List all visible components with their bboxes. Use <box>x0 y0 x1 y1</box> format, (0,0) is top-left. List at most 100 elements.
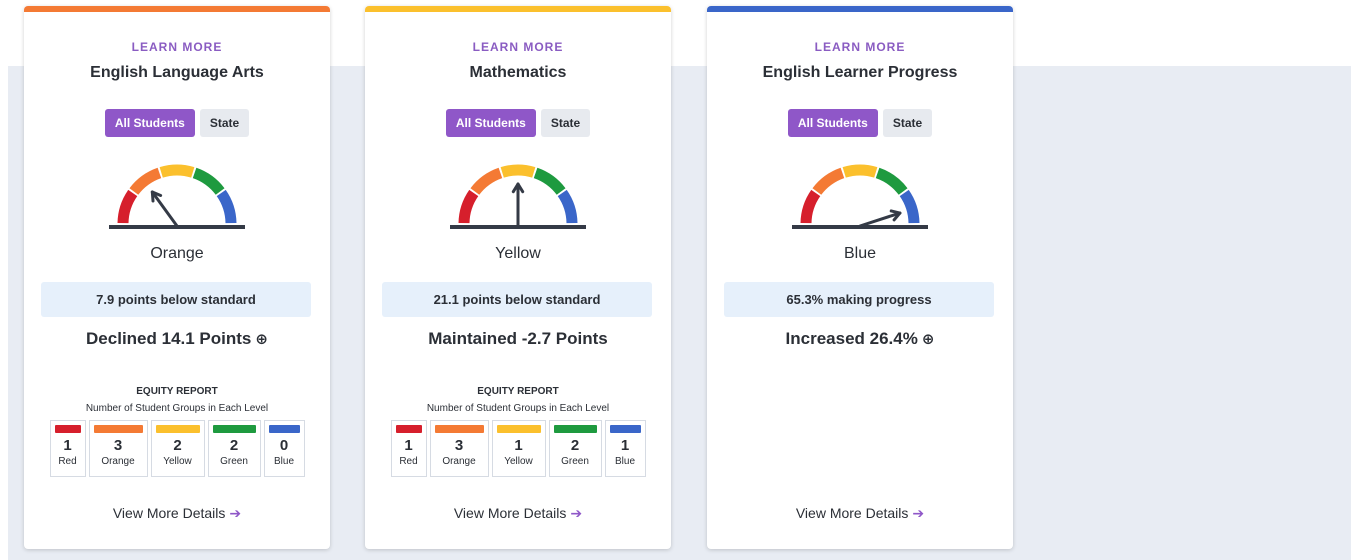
level-count: 1 <box>514 437 523 454</box>
details-link-text: View More Details <box>112 505 226 521</box>
equity-level-green: 2 Green <box>548 420 602 477</box>
equity-level-orange: 3 Orange <box>88 420 148 477</box>
level-count: 1 <box>404 437 413 454</box>
level-name: Orange <box>442 456 476 467</box>
gauge-segment-red <box>458 189 479 224</box>
equity-report-title: EQUITY REPORT <box>136 386 218 397</box>
level-color-bar <box>54 425 81 433</box>
change-text: Maintained -2.7 Points <box>428 329 608 348</box>
gauge-segment-green <box>192 167 225 196</box>
performance-gauge <box>450 164 586 229</box>
gauge-needle <box>150 190 179 228</box>
level-color-bar <box>93 425 143 433</box>
gauge-segment-orange <box>129 167 162 196</box>
indicator-card-ela: LEARN MORE English Language Arts All Stu… <box>24 6 330 549</box>
equity-level-orange: 3 Orange <box>429 420 489 477</box>
level-name: Green <box>220 456 248 467</box>
card-title: English Language Arts <box>90 64 264 81</box>
level-name: Green <box>561 456 589 467</box>
gauge-segment-red <box>800 189 821 224</box>
equity-levels: 1 Red 3 Orange 2 Yellow 2 Green 0 Blue <box>24 420 330 477</box>
change-summary: Maintained -2.7 Points <box>365 329 671 349</box>
level-name: Blue <box>614 456 635 467</box>
view-more-details-link[interactable]: View More Details ➔ <box>707 505 1013 522</box>
gauge-level-label: Blue <box>843 245 877 262</box>
gauge-needle <box>511 182 525 228</box>
level-name: Blue <box>273 456 294 467</box>
all-students-button[interactable]: All Students <box>787 109 878 137</box>
progress-rate: 65.3% making progress <box>724 282 994 317</box>
view-more-details-link[interactable]: View More Details ➔ <box>24 505 330 522</box>
card-title: Mathematics <box>469 64 567 81</box>
level-color-bar <box>553 425 597 433</box>
gauge-segment-orange <box>812 167 845 196</box>
indicator-card-english-learner: LEARN MORE English Learner Progress All … <box>707 6 1013 549</box>
level-color-bar <box>496 425 541 433</box>
level-color-bar <box>434 425 484 433</box>
level-name: Orange <box>101 456 135 467</box>
level-name: Red <box>399 456 418 467</box>
change-summary: Declined 14.1 Points ⊕ <box>24 329 330 349</box>
arrow-up-circle-icon: ⊕ <box>921 331 935 348</box>
state-button[interactable]: State <box>199 109 250 137</box>
student-group-toggle: All Students State <box>24 109 330 137</box>
gauge-segment-yellow <box>842 164 878 178</box>
equity-report-title: EQUITY REPORT <box>477 386 559 397</box>
level-name: Yellow <box>504 456 533 467</box>
gauge-segment-orange <box>470 167 503 196</box>
state-button[interactable]: State <box>540 109 591 137</box>
change-text: Increased 26.4% <box>785 329 918 348</box>
gauge-level-label: Orange <box>150 245 204 262</box>
change-text: Declined 14.1 Points <box>86 329 252 348</box>
equity-level-red: 1 Red <box>390 420 427 477</box>
gauge-segment-green <box>533 167 566 196</box>
details-link-text: View More Details <box>453 505 567 521</box>
level-count: 2 <box>570 437 580 454</box>
card-accent-bar <box>365 6 671 12</box>
level-color-bar <box>609 425 641 433</box>
level-count: 2 <box>173 437 182 454</box>
gauge-level-label: Yellow <box>495 245 541 262</box>
card-accent-bar <box>24 6 330 12</box>
details-link-text: View More Details <box>795 505 909 521</box>
state-button[interactable]: State <box>882 109 933 137</box>
indicator-card-math: LEARN MORE Mathematics All Students Stat… <box>365 6 671 549</box>
gauge-needle <box>858 209 902 228</box>
equity-report-subtitle: Number of Student Groups in Each Level <box>426 403 610 414</box>
arrow-right-icon: ➔ <box>570 505 583 521</box>
card-title: English Learner Progress <box>762 64 958 81</box>
equity-levels: 1 Red 3 Orange 1 Yellow 2 Green 1 Blue <box>365 420 671 477</box>
arrow-right-icon: ➔ <box>912 505 925 521</box>
learn-more-link[interactable]: LEARN MORE <box>707 40 1013 54</box>
equity-report-subtitle: Number of Student Groups in Each Level <box>85 403 269 414</box>
equity-level-yellow: 2 Yellow <box>150 420 205 477</box>
arrow-right-icon: ➔ <box>229 505 242 521</box>
gauge-segment-blue <box>899 189 920 224</box>
card-accent-bar <box>707 6 1013 12</box>
gauge-segment-yellow <box>500 164 536 178</box>
view-more-details-link[interactable]: View More Details ➔ <box>365 505 671 522</box>
performance-gauge <box>792 164 928 229</box>
level-color-bar <box>395 425 422 433</box>
all-students-button[interactable]: All Students <box>445 109 536 137</box>
level-name: Yellow <box>163 456 192 467</box>
gauge-segment-green <box>875 167 908 196</box>
all-students-button[interactable]: All Students <box>104 109 195 137</box>
learn-more-link[interactable]: LEARN MORE <box>24 40 330 54</box>
gauge-segment-yellow <box>159 164 195 178</box>
student-group-toggle: All Students State <box>707 109 1013 137</box>
distance-from-standard: 7.9 points below standard <box>41 282 311 317</box>
level-count: 3 <box>113 437 123 454</box>
equity-level-blue: 1 Blue <box>604 420 646 477</box>
distance-from-standard: 21.1 points below standard <box>382 282 652 317</box>
gauge-segment-red <box>117 189 138 224</box>
learn-more-link[interactable]: LEARN MORE <box>365 40 671 54</box>
equity-level-green: 2 Green <box>207 420 261 477</box>
level-color-bar <box>212 425 256 433</box>
student-group-toggle: All Students State <box>365 109 671 137</box>
level-name: Red <box>58 456 77 467</box>
level-count: 0 <box>279 437 289 454</box>
equity-level-yellow: 1 Yellow <box>491 420 546 477</box>
level-count: 1 <box>620 437 630 454</box>
change-summary: Increased 26.4% ⊕ <box>707 329 1013 349</box>
